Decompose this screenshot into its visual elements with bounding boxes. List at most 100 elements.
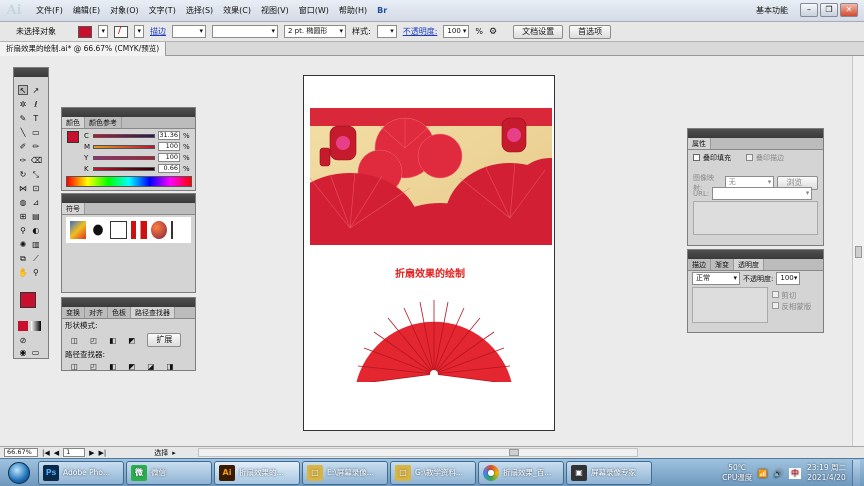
transparency-panel-header[interactable] bbox=[688, 250, 823, 259]
object-thumbnail[interactable] bbox=[692, 287, 768, 323]
menu-file[interactable]: 文件(F) bbox=[31, 0, 68, 22]
show-desktop-button[interactable] bbox=[852, 460, 860, 486]
draw-mode-icon[interactable]: ◉ bbox=[18, 348, 28, 358]
merge-icon[interactable]: ◧ bbox=[109, 362, 116, 371]
color-panel-fill-swatch[interactable] bbox=[67, 131, 79, 143]
last-artboard-icon[interactable]: ▶| bbox=[99, 449, 107, 457]
task-screen-recorder[interactable]: ▣ 屏幕录像专家 bbox=[566, 460, 652, 485]
document-tab[interactable]: 折扇效果的绘制.ai* @ 66.67% (CMYK/预览) bbox=[0, 42, 167, 56]
variable-width-dropdown[interactable] bbox=[212, 25, 278, 38]
screen-mode-icon[interactable]: ▭ bbox=[31, 348, 41, 358]
workspace-switcher[interactable]: 基本功能 bbox=[756, 3, 788, 19]
menu-window[interactable]: 窗口(W) bbox=[294, 0, 334, 22]
stroke-link[interactable]: 描边 bbox=[150, 26, 166, 37]
zoom-level-input[interactable]: 66.67% bbox=[4, 448, 38, 457]
symbol-bracket-icon[interactable] bbox=[170, 221, 187, 239]
crop-icon[interactable]: ◩ bbox=[128, 362, 135, 371]
stroke-weight-input[interactable] bbox=[172, 25, 206, 38]
artboard[interactable]: 折扇效果的绘制 bbox=[303, 75, 555, 431]
minimize-button[interactable]: – bbox=[800, 3, 818, 17]
task-photoshop[interactable]: Ps Adobe Pho... bbox=[38, 460, 124, 485]
ime-icon[interactable]: 中 bbox=[789, 467, 801, 479]
type-tool-icon[interactable]: T bbox=[31, 114, 41, 124]
stroke-swatch[interactable]: / bbox=[114, 25, 128, 38]
black-value[interactable]: 0.66 bbox=[158, 164, 180, 173]
menu-select[interactable]: 选择(S) bbox=[181, 0, 218, 22]
selection-tool-icon[interactable]: ↖ bbox=[18, 85, 28, 95]
symbol-cube-icon[interactable] bbox=[70, 221, 87, 239]
eyedropper-tool-icon[interactable]: ⚲ bbox=[18, 226, 28, 236]
column-graph-tool-icon[interactable]: ▥ bbox=[31, 240, 41, 250]
opacity-link[interactable]: 不透明度: bbox=[403, 26, 438, 37]
doc-setup-button[interactable]: 文档设置 bbox=[513, 24, 564, 39]
tab-attributes[interactable]: 属性 bbox=[688, 138, 711, 149]
exclude-icon[interactable]: ◩ bbox=[128, 336, 135, 345]
symbol-brush-icon[interactable] bbox=[110, 221, 127, 239]
direct-selection-tool-icon[interactable]: ↗ bbox=[31, 86, 41, 96]
task-browser[interactable]: ● 折扇效果_百... bbox=[478, 460, 564, 485]
clip-checkbox[interactable] bbox=[772, 291, 779, 298]
symbol-sprayer-tool-icon[interactable]: ✺ bbox=[18, 240, 28, 250]
tab-color-guide[interactable]: 颜色参考 bbox=[85, 117, 122, 128]
tab-align[interactable]: 对齐 bbox=[85, 307, 108, 318]
color-spectrum[interactable] bbox=[66, 176, 192, 187]
task-explorer-g[interactable]: □ G:\教学资料... bbox=[390, 460, 476, 485]
symbols-panel-header[interactable] bbox=[62, 194, 195, 203]
overprint-stroke-checkbox[interactable] bbox=[746, 154, 753, 161]
intersect-icon[interactable]: ◧ bbox=[109, 336, 116, 345]
symbol-sphere-icon[interactable] bbox=[150, 221, 167, 239]
magenta-slider[interactable] bbox=[93, 144, 155, 149]
gradient-mode-icon[interactable] bbox=[30, 321, 41, 331]
blend-tool-icon[interactable]: ◐ bbox=[31, 226, 41, 236]
task-wechat[interactable]: 微微信 bbox=[126, 460, 212, 485]
pencil-tool-icon[interactable]: ✏ bbox=[31, 142, 41, 152]
task-illustrator[interactable]: Ai 折扇效果的... bbox=[214, 460, 300, 485]
free-transform-tool-icon[interactable]: ⊡ bbox=[31, 184, 41, 194]
brush-dropdown[interactable]: 2 pt. 椭圆形 bbox=[284, 25, 346, 38]
trim-icon[interactable]: ◰ bbox=[90, 362, 97, 371]
invert-mask-checkbox[interactable] bbox=[772, 302, 779, 309]
fill-dropdown[interactable] bbox=[98, 25, 108, 38]
pen-tool-icon[interactable]: ✎ bbox=[18, 114, 28, 124]
symbol-ribbon-icon[interactable] bbox=[130, 221, 147, 239]
slice-tool-icon[interactable]: ⟋ bbox=[31, 254, 41, 264]
shape-builder-tool-icon[interactable]: ◍ bbox=[18, 198, 28, 208]
menu-type[interactable]: 文字(T) bbox=[144, 0, 181, 22]
unite-icon[interactable]: ◫ bbox=[71, 336, 78, 345]
color-panel-header[interactable] bbox=[62, 108, 195, 117]
menu-object[interactable]: 对象(O) bbox=[105, 0, 144, 22]
lasso-tool-icon[interactable]: ℓ bbox=[31, 100, 41, 110]
tab-transparency[interactable]: 透明度 bbox=[734, 259, 764, 270]
magenta-value[interactable]: 100 bbox=[158, 142, 180, 151]
blend-mode-dropdown[interactable]: 正常 bbox=[692, 272, 740, 285]
next-artboard-icon[interactable]: ▶ bbox=[89, 449, 94, 457]
tab-pathfinder[interactable]: 路径查找器 bbox=[131, 307, 175, 318]
expand-button[interactable]: 扩展 bbox=[147, 333, 182, 347]
width-tool-icon[interactable]: ⋈ bbox=[18, 184, 28, 194]
task-explorer-e[interactable]: □ E:\屏幕录像... bbox=[302, 460, 388, 485]
line-tool-icon[interactable]: ╲ bbox=[18, 128, 28, 138]
minus-front-icon[interactable]: ◰ bbox=[90, 336, 97, 345]
tab-color[interactable]: 颜色 bbox=[62, 117, 85, 128]
artboard-number-input[interactable]: 1 bbox=[63, 448, 86, 457]
menu-effect[interactable]: 效果(C) bbox=[218, 0, 256, 22]
black-slider[interactable] bbox=[93, 166, 155, 171]
artboard-tool-icon[interactable]: ⧉ bbox=[18, 254, 28, 264]
start-button[interactable] bbox=[0, 460, 38, 486]
status-menu-icon[interactable]: ▸ bbox=[172, 449, 176, 457]
clock[interactable]: 23:19 周二 2021/4/20 bbox=[807, 463, 846, 483]
minus-back-icon[interactable]: ◨ bbox=[166, 362, 173, 371]
mesh-tool-icon[interactable]: ⊞ bbox=[18, 212, 28, 222]
cyan-slider[interactable] bbox=[93, 133, 155, 138]
menu-help[interactable]: 帮助(H) bbox=[334, 0, 372, 22]
menu-view[interactable]: 视图(V) bbox=[256, 0, 294, 22]
network-icon[interactable]: 📶 bbox=[758, 469, 767, 478]
style-dropdown[interactable] bbox=[376, 25, 397, 38]
scale-tool-icon[interactable]: ⤡ bbox=[31, 170, 41, 180]
first-artboard-icon[interactable]: |◀ bbox=[42, 449, 50, 457]
fill-swatch[interactable] bbox=[78, 25, 92, 38]
attributes-panel-header[interactable] bbox=[688, 129, 823, 138]
recolor-icon[interactable]: ⚙ bbox=[489, 27, 497, 37]
yellow-value[interactable]: 100 bbox=[158, 153, 180, 162]
tab-symbols[interactable]: 符号 bbox=[62, 203, 85, 214]
